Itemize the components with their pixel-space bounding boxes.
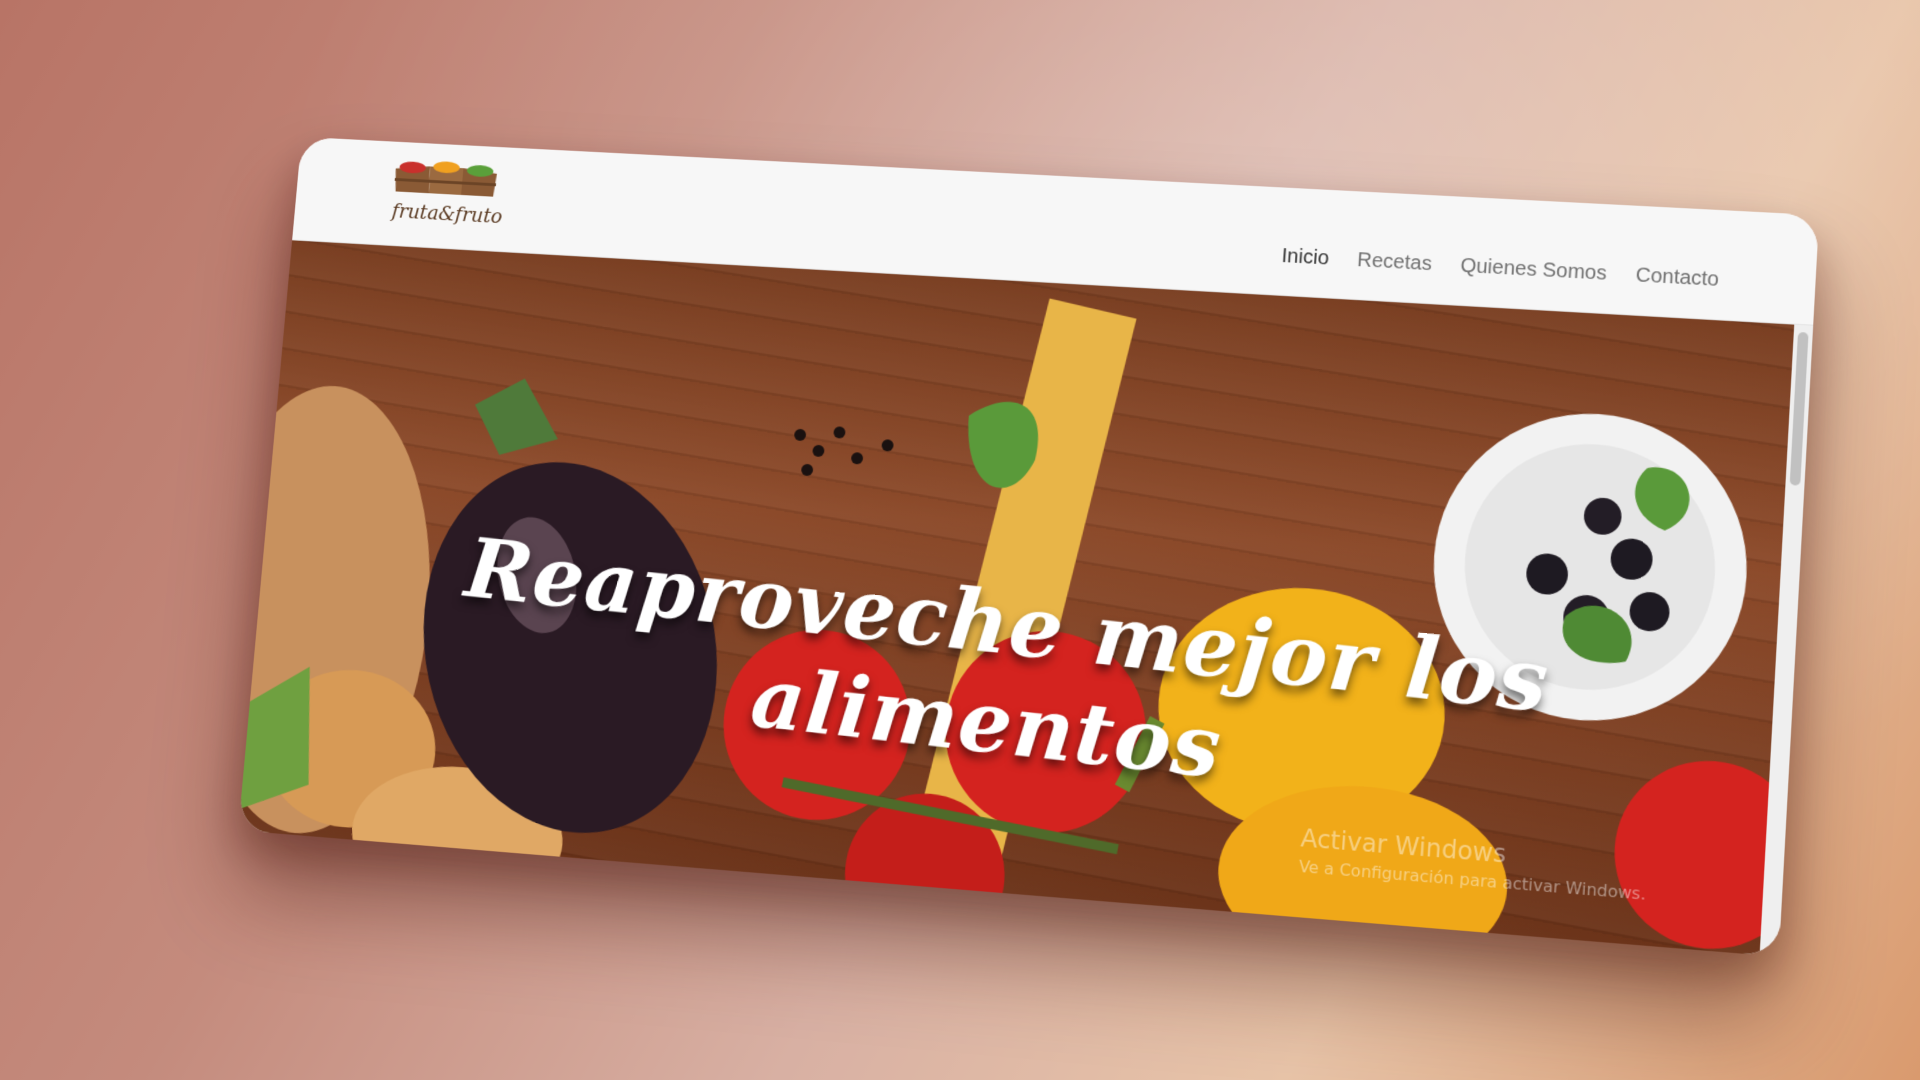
crates-logo-icon <box>393 160 498 197</box>
logo-wordmark: fruta&fruto <box>390 198 504 228</box>
site-logo[interactable]: fruta&fruto <box>386 155 506 241</box>
nav-item-quienes-somos[interactable]: Quienes Somos <box>1457 249 1610 292</box>
hero-banner: Reaproveche mejor los alimentos Activar … <box>238 239 1795 956</box>
nav-item-recetas[interactable]: Recetas <box>1354 243 1435 282</box>
nav-item-inicio[interactable]: Inicio <box>1279 239 1332 277</box>
browser-window: fruta&fruto Inicio Recetas Quienes Somos… <box>238 136 1820 957</box>
main-nav: Inicio Recetas Quienes Somos Contacto <box>1279 239 1722 298</box>
nav-item-contacto[interactable]: Contacto <box>1633 258 1722 298</box>
